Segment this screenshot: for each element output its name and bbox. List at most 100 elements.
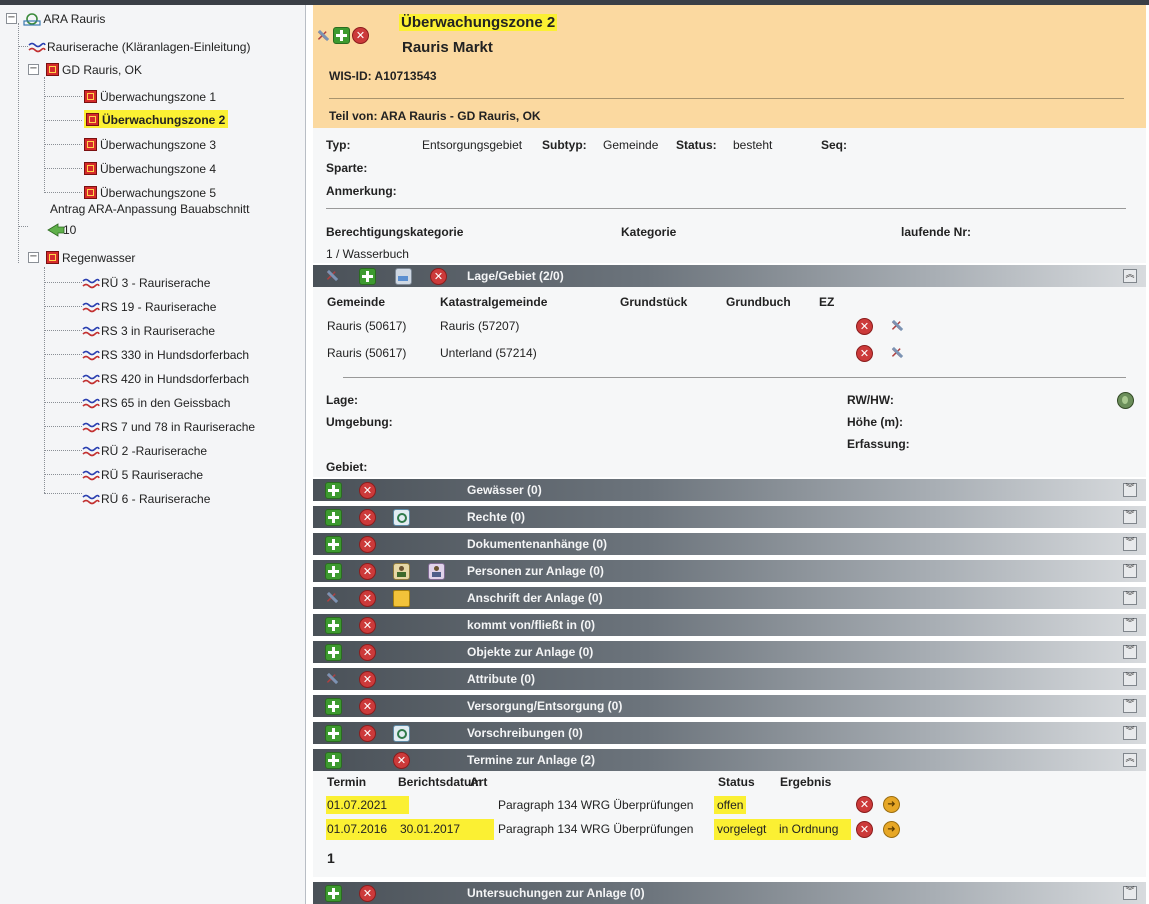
tree-node[interactable]: Überwachungszone 1 <box>84 86 216 106</box>
section-bar-untersuchungen[interactable]: Untersuchungen zur Anlage (0) ︾ <box>313 882 1146 904</box>
section-bar-kommt-von[interactable]: kommt von/fließt in (0) ︾ <box>313 614 1146 636</box>
tree-item-label[interactable]: Antrag ARA-Anpassung Bauabschnitt <box>50 202 249 217</box>
delete-icon[interactable] <box>359 885 376 902</box>
section-bar-lage[interactable]: Lage/Gebiet (2/0) ︽ <box>313 265 1146 287</box>
tree-item-label[interactable]: RS 330 in Hundsdorferbach <box>101 345 249 365</box>
add-icon[interactable] <box>325 752 342 769</box>
tree-node[interactable]: 10 <box>46 219 76 239</box>
delete-icon[interactable] <box>359 644 376 661</box>
navigation-tree[interactable]: − ARA Rauris Rauriserache (Kläranlagen-E… <box>0 5 306 904</box>
section-bar-gewaesser[interactable]: Gewässer (0) ︾ <box>313 479 1146 501</box>
delete-icon[interactable] <box>359 563 376 580</box>
globe-icon[interactable] <box>1117 392 1134 409</box>
add-icon[interactable] <box>325 885 342 902</box>
tree-root[interactable]: − ARA Rauris <box>6 8 105 28</box>
add-icon[interactable] <box>325 617 342 634</box>
chevron-down-icon[interactable]: ︾ <box>1123 591 1137 605</box>
section-bar-rechte[interactable]: Rechte (0) ︾ <box>313 506 1146 528</box>
tree-node[interactable]: RÜ 6 - Rauriserache <box>82 488 210 508</box>
search-icon[interactable] <box>393 509 410 526</box>
tree-node[interactable]: − Regenwasser <box>28 247 135 267</box>
edit-tool-icon[interactable] <box>325 267 340 285</box>
tree-item-label[interactable]: Rauriserache (Kläranlagen-Einleitung) <box>47 37 250 57</box>
map-icon[interactable] <box>395 268 412 285</box>
edit-tool-icon[interactable] <box>316 27 331 45</box>
section-bar-anschrift[interactable]: Anschrift der Anlage (0) ︾ <box>313 587 1146 609</box>
chevron-up-icon[interactable]: ︽ <box>1123 269 1137 283</box>
tree-item-label[interactable]: RÜ 2 -Rauriserache <box>101 441 207 461</box>
collapse-icon[interactable]: − <box>28 64 39 75</box>
tree-node[interactable]: RS 19 - Rauriserache <box>82 296 216 316</box>
section-bar-dokumente[interactable]: Dokumentenanhänge (0) ︾ <box>313 533 1146 555</box>
tree-node[interactable]: RÜ 5 Rauriserache <box>82 464 203 484</box>
delete-icon[interactable] <box>359 671 376 688</box>
tree-item-label[interactable]: Überwachungszone 5 <box>100 183 216 203</box>
delete-icon[interactable] <box>856 345 873 362</box>
tree-node[interactable]: RS 3 in Rauriserache <box>82 320 215 340</box>
chevron-down-icon[interactable]: ︾ <box>1123 618 1137 632</box>
add-icon[interactable] <box>333 27 350 44</box>
tree-node[interactable]: Antrag ARA-Anpassung Bauabschnitt <box>50 202 249 220</box>
tree-node[interactable]: Überwachungszone 4 <box>84 158 216 178</box>
add-icon[interactable] <box>325 536 342 553</box>
delete-icon[interactable] <box>430 268 447 285</box>
add-icon[interactable] <box>325 482 342 499</box>
delete-icon[interactable] <box>359 482 376 499</box>
delete-icon[interactable] <box>856 318 873 335</box>
delete-icon[interactable] <box>359 536 376 553</box>
tree-node[interactable]: RS 65 in den Geissbach <box>82 392 230 412</box>
tree-item-label[interactable]: RS 19 - Rauriserache <box>101 297 216 317</box>
delete-icon[interactable] <box>352 27 369 44</box>
tree-item-label[interactable]: RÜ 6 - Rauriserache <box>101 489 210 509</box>
add-icon[interactable] <box>359 268 376 285</box>
chevron-down-icon[interactable]: ︾ <box>1123 726 1137 740</box>
tree-item-label[interactable]: Überwachungszone 2 <box>102 110 225 130</box>
edit-tool-icon[interactable] <box>890 317 905 335</box>
section-bar-objekte[interactable]: Objekte zur Anlage (0) ︾ <box>313 641 1146 663</box>
tree-item-label[interactable]: RS 65 in den Geissbach <box>101 393 230 413</box>
chevron-down-icon[interactable]: ︾ <box>1123 510 1137 524</box>
delete-icon[interactable] <box>856 796 873 813</box>
open-arrow-icon[interactable] <box>883 796 900 813</box>
chevron-down-icon[interactable]: ︾ <box>1123 564 1137 578</box>
chevron-down-icon[interactable]: ︾ <box>1123 886 1137 900</box>
tree-item-label[interactable]: RÜ 5 Rauriserache <box>101 465 203 485</box>
chevron-down-icon[interactable]: ︾ <box>1123 537 1137 551</box>
tree-node[interactable]: RS 7 und 78 in Rauriserache <box>82 416 255 436</box>
tree-item-label[interactable]: RS 420 in Hundsdorferbach <box>101 369 249 389</box>
tree-node[interactable]: RS 420 in Hundsdorferbach <box>82 368 249 388</box>
edit-tool-icon[interactable] <box>325 670 340 688</box>
edit-tool-icon[interactable] <box>325 589 340 607</box>
add-icon[interactable] <box>325 563 342 580</box>
tree-node[interactable]: Überwachungszone 5 <box>84 182 216 202</box>
tree-item-label[interactable]: RÜ 3 - Rauriserache <box>101 273 210 293</box>
tree-node-selected[interactable]: Überwachungszone 2 <box>82 109 230 129</box>
tree-item-label[interactable]: Überwachungszone 4 <box>100 159 216 179</box>
section-bar-attribute[interactable]: Attribute (0) ︾ <box>313 668 1146 690</box>
person-icon[interactable] <box>428 563 445 580</box>
tree-item-label[interactable]: RS 3 in Rauriserache <box>101 321 215 341</box>
chevron-down-icon[interactable]: ︾ <box>1123 699 1137 713</box>
tree-node[interactable]: Rauriserache (Kläranlagen-Einleitung) <box>28 36 250 56</box>
tree-item-label[interactable]: RS 7 und 78 in Rauriserache <box>101 417 255 437</box>
add-icon[interactable] <box>325 725 342 742</box>
tree-item-label[interactable]: GD Rauris, OK <box>62 60 142 80</box>
section-bar-personen[interactable]: Personen zur Anlage (0) ︾ <box>313 560 1146 582</box>
tree-item-label[interactable]: Überwachungszone 1 <box>100 87 216 107</box>
tree-node[interactable]: − GD Rauris, OK <box>28 59 142 80</box>
tree-node[interactable]: RS 330 in Hundsdorferbach <box>82 344 249 364</box>
delete-icon[interactable] <box>359 698 376 715</box>
delete-icon[interactable] <box>359 590 376 607</box>
add-icon[interactable] <box>325 698 342 715</box>
delete-icon[interactable] <box>393 752 410 769</box>
tree-node[interactable]: RÜ 2 -Rauriserache <box>82 440 207 460</box>
chevron-down-icon[interactable]: ︾ <box>1123 645 1137 659</box>
chevron-down-icon[interactable]: ︾ <box>1123 483 1137 497</box>
tree-item-label[interactable]: 10 <box>63 220 76 240</box>
tree-item-label[interactable]: Überwachungszone 3 <box>100 135 216 155</box>
collapse-icon[interactable]: − <box>6 13 17 24</box>
delete-icon[interactable] <box>359 617 376 634</box>
edit-tool-icon[interactable] <box>890 344 905 362</box>
delete-icon[interactable] <box>856 821 873 838</box>
tree-node[interactable]: Überwachungszone 3 <box>84 134 216 154</box>
